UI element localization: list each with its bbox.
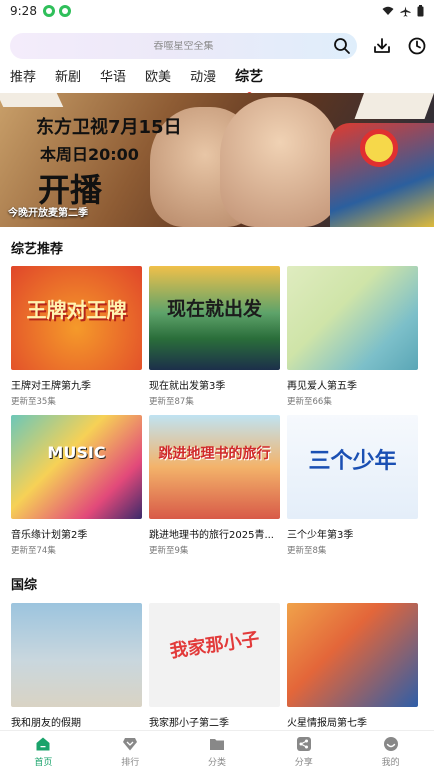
tab-western[interactable]: 欧美	[145, 66, 171, 88]
tab-recommend[interactable]: 推荐	[10, 66, 36, 88]
video-thumbnail	[287, 603, 418, 707]
tab-anime[interactable]: 动漫	[190, 66, 216, 88]
video-title: 我家那小子第二季	[149, 718, 229, 729]
history-icon[interactable]	[407, 35, 428, 57]
nav-label: 分享	[294, 757, 313, 768]
video-title: 再见爱人第五季	[287, 381, 357, 392]
thumbnail-title: 跳进地理书的旅行	[158, 446, 271, 462]
wechat-notif-icon	[42, 5, 55, 17]
video-thumbnail	[287, 266, 418, 370]
tab-variety[interactable]: 综艺	[235, 66, 263, 97]
banner-decor	[0, 93, 64, 107]
share-icon	[296, 736, 311, 751]
video-title: 我和朋友的假期	[11, 718, 81, 729]
video-episode-status: 更新至8集	[287, 546, 327, 556]
banner-person	[220, 97, 340, 227]
video-thumbnail: 我家那小子	[149, 603, 280, 707]
banner-line-2: 本周日20:00	[40, 145, 139, 164]
download-icon[interactable]	[371, 35, 392, 57]
section-title-recommend: 综艺推荐	[11, 242, 64, 257]
video-episode-status: 更新至9集	[149, 546, 189, 556]
no-sign-icon	[360, 129, 398, 167]
status-bar: 9:28	[0, 0, 434, 22]
search-row	[10, 32, 428, 60]
video-card[interactable]: 我和朋友的假期	[11, 603, 142, 729]
nav-label: 分类	[207, 757, 226, 768]
tab-chinese[interactable]: 华语	[100, 66, 126, 88]
video-episode-status: 更新至66集	[287, 397, 332, 407]
banner-line-1: 东方卫视7月15日	[36, 117, 182, 138]
video-card[interactable]: 三个少年 三个少年第3季 更新至8集	[287, 415, 418, 556]
status-time: 9:28	[10, 4, 37, 18]
nav-label: 排行	[121, 757, 140, 768]
hero-banner[interactable]: 东方卫视7月15日 本周日20:00 开播 今晚开放麦第二季	[0, 93, 434, 227]
search-icon[interactable]	[333, 37, 351, 55]
video-thumbnail: 跳进地理书的旅行	[149, 415, 280, 519]
nav-label: 我的	[381, 757, 400, 768]
thumbnail-title: 王牌对王牌	[26, 298, 127, 322]
video-title: 王牌对王牌第九季	[11, 381, 91, 392]
video-title: 火星情报局第七季	[287, 718, 367, 729]
video-card[interactable]: 现在就出发 现在就出发第3季 更新至87集	[149, 266, 280, 407]
video-title: 跳进地理书的旅行2025青...	[149, 530, 274, 541]
battery-icon	[417, 5, 424, 17]
nav-share[interactable]: 分享	[260, 731, 347, 772]
search-input[interactable]	[43, 40, 324, 52]
category-tabs: 推荐 新剧 华语 欧美 动漫 综艺	[10, 66, 282, 97]
variety-recommend-grid: 王牌对王牌 王牌对王牌第九季 更新至35集 现在就出发 现在就出发第3季 更新至…	[11, 266, 423, 556]
video-thumbnail: MUSIC	[11, 415, 142, 519]
folder-icon	[209, 738, 224, 750]
video-card[interactable]: 王牌对王牌 王牌对王牌第九季 更新至35集	[11, 266, 142, 407]
thumbnail-title: 我家那小子	[168, 628, 261, 663]
video-card[interactable]: MUSIC 音乐缘计划第2季 更新至74集	[11, 415, 142, 556]
video-thumbnail: 王牌对王牌	[11, 266, 142, 370]
banner-decor	[354, 93, 434, 119]
video-card[interactable]: 火星情报局第七季	[287, 603, 418, 729]
video-episode-status: 更新至74集	[11, 546, 56, 556]
video-title: 三个少年第3季	[287, 530, 354, 541]
domestic-variety-grid: 我和朋友的假期 我家那小子 我家那小子第二季 火星情报局第七季	[11, 603, 423, 729]
video-thumbnail: 三个少年	[287, 415, 418, 519]
nav-category[interactable]: 分类	[174, 731, 261, 772]
nav-label: 首页	[34, 757, 53, 768]
home-icon	[36, 737, 50, 750]
thumbnail-title: 三个少年	[308, 449, 397, 474]
video-title: 现在就出发第3季	[149, 381, 226, 392]
video-card[interactable]: 我家那小子 我家那小子第二季	[149, 603, 280, 729]
search-bar[interactable]	[10, 33, 358, 59]
video-card[interactable]: 再见爱人第五季 更新至66集	[287, 266, 418, 407]
video-thumbnail: 现在就出发	[149, 266, 280, 370]
thumbnail-title: MUSIC	[47, 443, 106, 462]
video-episode-status: 更新至35集	[11, 397, 56, 407]
section-title-domestic: 国综	[11, 578, 38, 593]
airplane-icon	[400, 6, 411, 17]
wifi-icon	[382, 6, 394, 15]
nav-home[interactable]: 首页	[0, 731, 87, 772]
profile-icon	[383, 736, 398, 751]
banner-caption: 今晚开放麦第二季	[8, 208, 88, 219]
video-thumbnail	[11, 603, 142, 707]
nav-rank[interactable]: 排行	[87, 731, 174, 772]
video-title: 音乐缘计划第2季	[11, 530, 88, 541]
video-card[interactable]: 跳进地理书的旅行 跳进地理书的旅行2025青... 更新至9集	[149, 415, 280, 556]
bottom-nav: 首页 排行 分类 分享 我的	[0, 730, 434, 772]
rank-icon	[123, 737, 138, 750]
wechat-notif-icon	[58, 5, 71, 17]
video-episode-status: 更新至87集	[149, 397, 194, 407]
nav-profile[interactable]: 我的	[347, 731, 434, 772]
thumbnail-title: 现在就出发	[166, 298, 262, 320]
tab-new-drama[interactable]: 新剧	[55, 66, 81, 88]
